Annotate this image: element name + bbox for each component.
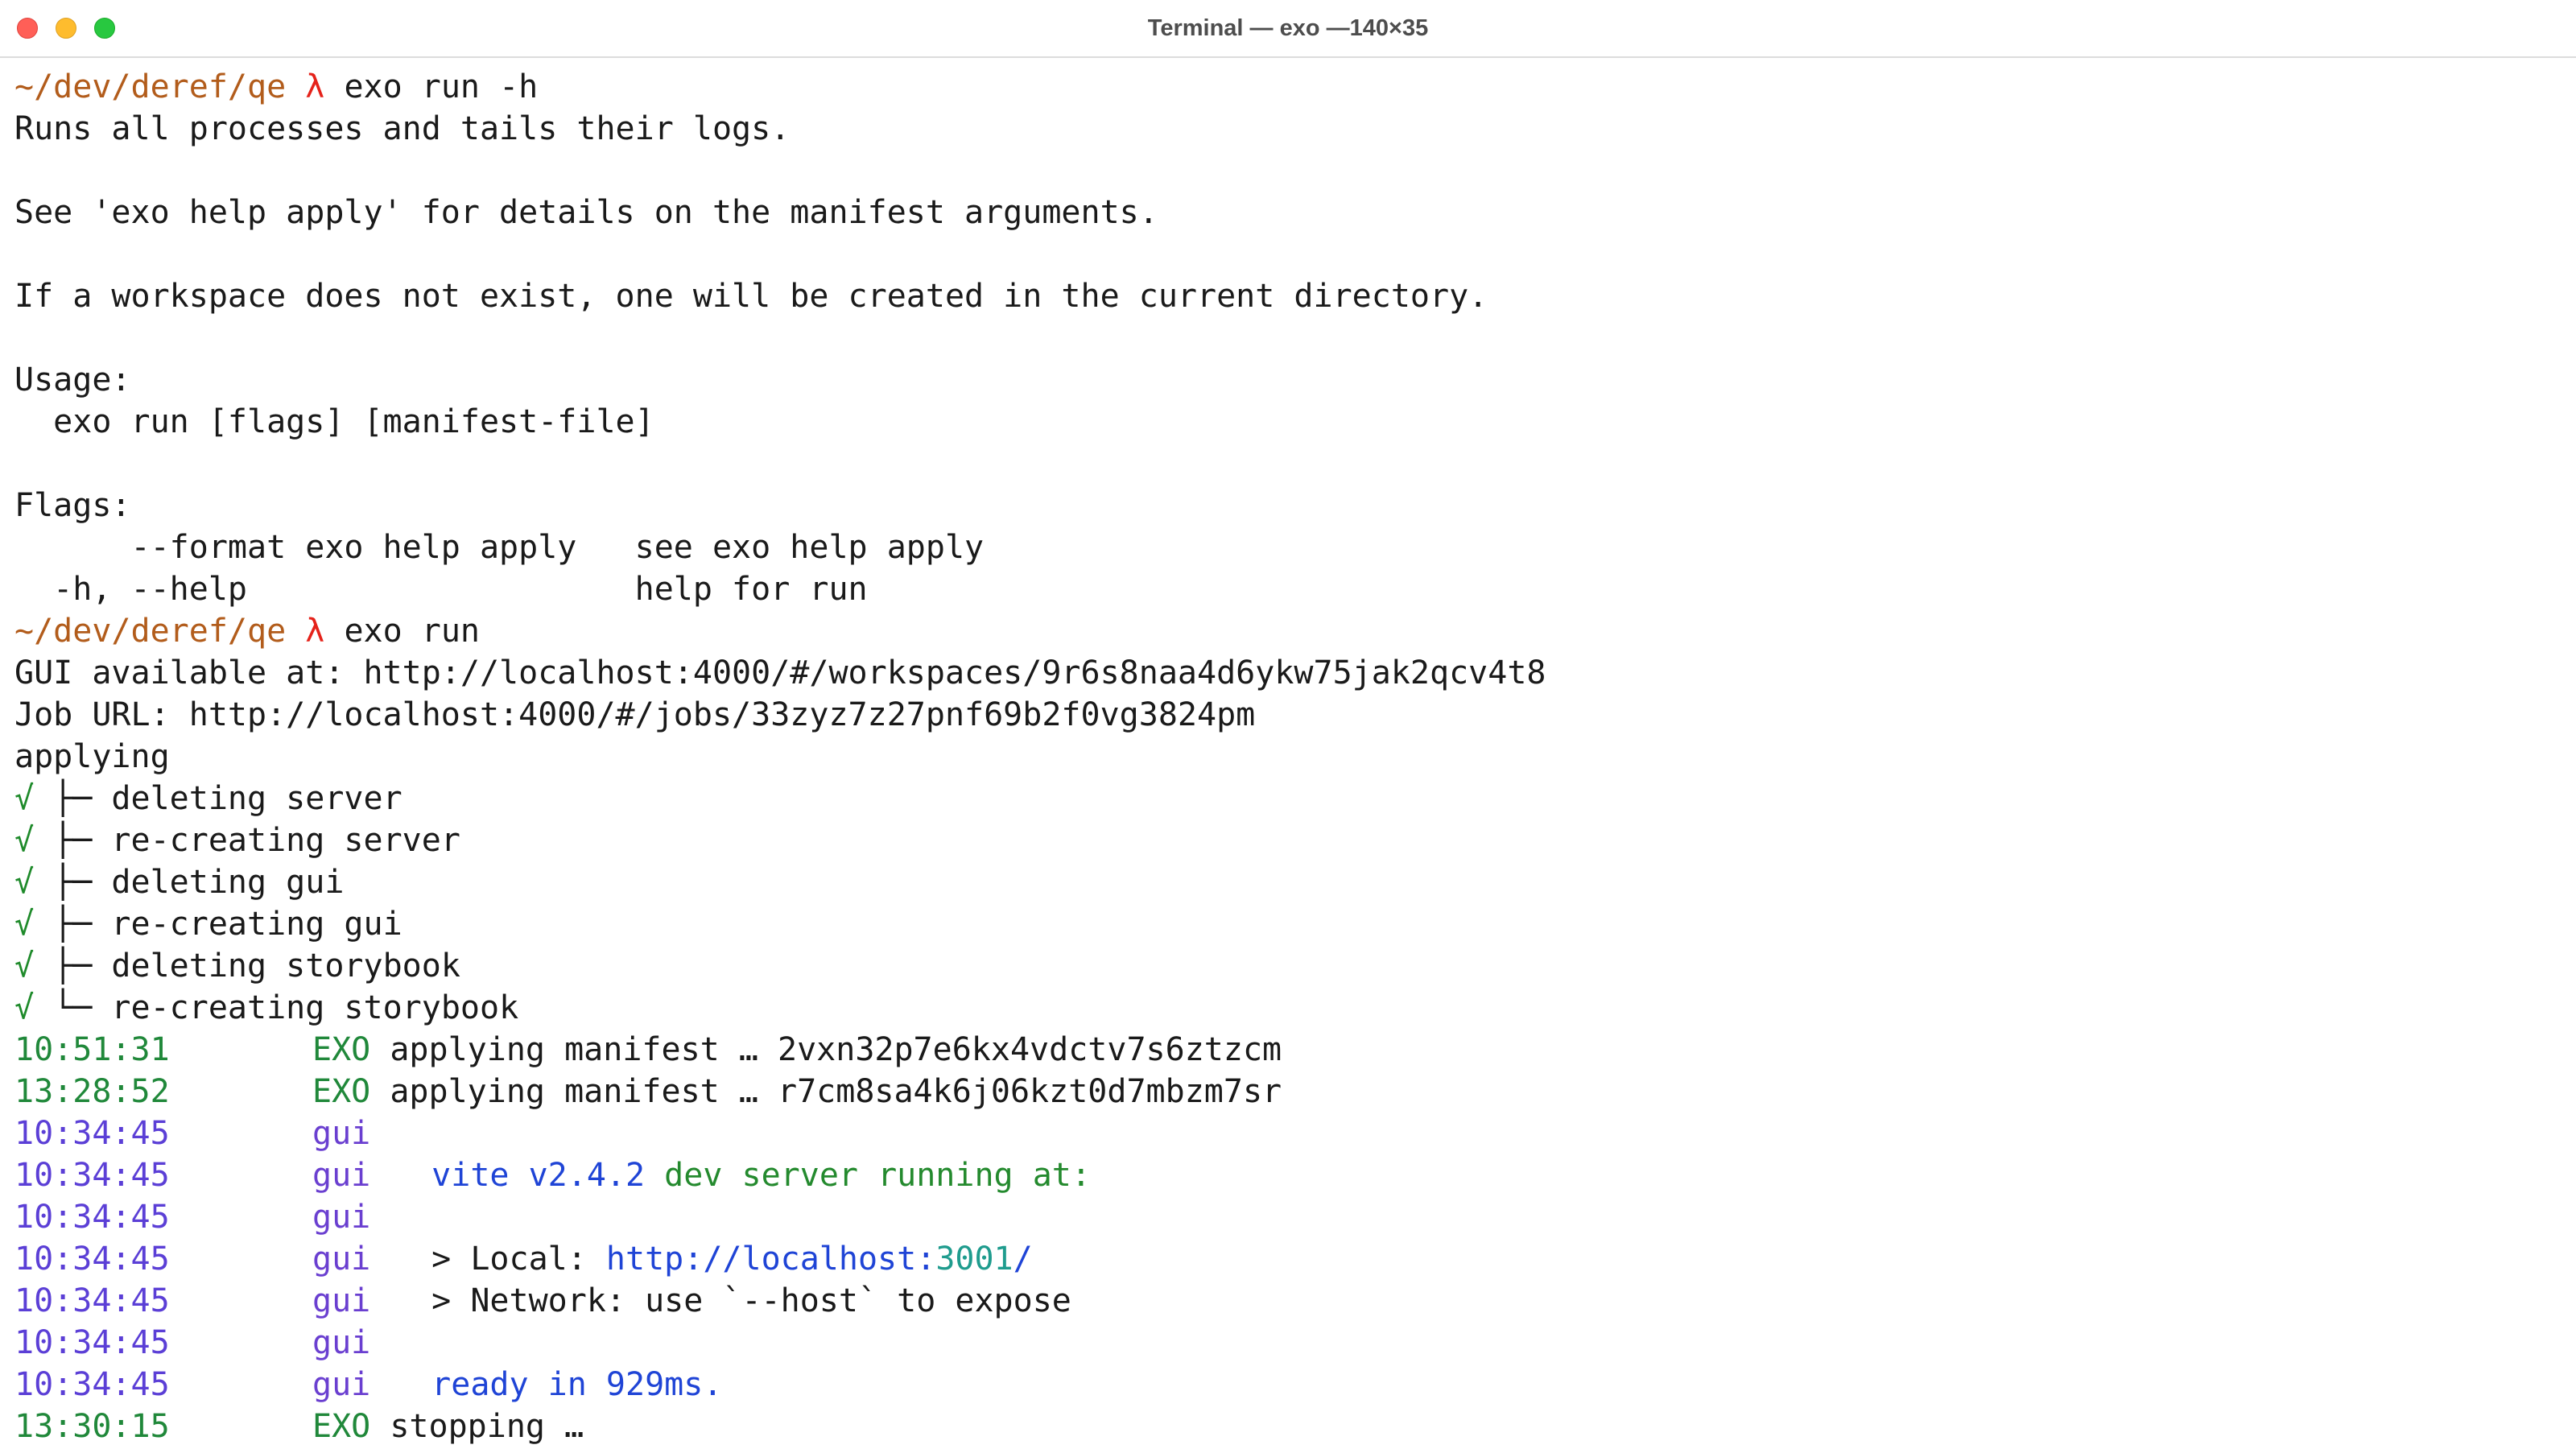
log-line: 10:34:45 gui xyxy=(14,1196,2566,1238)
command-text: exo run xyxy=(344,613,481,650)
step-text: ├─ re-creating server xyxy=(34,822,460,859)
prompt-line: ~/dev/deref/qe λ exo run -h xyxy=(14,66,2566,108)
applying-line: applying xyxy=(14,738,170,775)
terminal-output[interactable]: ~/dev/deref/qe λ exo run -h Runs all pro… xyxy=(14,66,2566,1445)
check-icon: √ xyxy=(14,780,35,817)
terminal-window: Terminal — exo —140×35 ~/dev/deref/qe λ … xyxy=(0,0,2576,1449)
prompt-path: ~/dev/deref/qe xyxy=(14,68,287,105)
check-icon: √ xyxy=(14,906,35,943)
step-text: ├─ deleting server xyxy=(34,780,402,817)
check-icon: √ xyxy=(14,822,35,859)
log-timestamp: 13:30:15 xyxy=(14,1408,170,1445)
log-line: 13:28:52 EXO applying manifest … r7cm8sa4… xyxy=(14,1071,2566,1113)
log-timestamp: 10:34:45 xyxy=(14,1241,170,1278)
local-url-port[interactable]: 3001 xyxy=(935,1241,1013,1278)
output-line: If a workspace does not exist, one will … xyxy=(14,278,1488,315)
log-line: 10:34:45 gui vite v2.4.2 dev server runni… xyxy=(14,1154,2566,1196)
log-line: 10:34:45 gui > Local: http://localhost:30… xyxy=(14,1238,2566,1280)
check-icon: √ xyxy=(14,864,35,901)
local-url-link[interactable]: http://localhost: xyxy=(606,1241,935,1278)
prompt-line: ~/dev/deref/qe λ exo run xyxy=(14,610,2566,652)
log-timestamp: 10:34:45 xyxy=(14,1157,170,1194)
log-source: EXO xyxy=(312,1073,371,1110)
log-source: EXO xyxy=(312,1408,371,1445)
log-source: gui xyxy=(312,1115,371,1152)
log-line: 10:34:45 gui xyxy=(14,1322,2566,1364)
prompt-symbol: λ xyxy=(305,613,325,650)
step-text: ├─ deleting storybook xyxy=(34,947,460,985)
log-line: 10:51:31 EXO applying manifest … 2vxn32p7… xyxy=(14,1029,2566,1071)
log-timestamp: 10:34:45 xyxy=(14,1199,170,1236)
log-source: gui xyxy=(312,1282,371,1319)
log-line: 13:30:15 EXO stopping … xyxy=(14,1406,2566,1447)
log-line: 10:34:45 gui xyxy=(14,1113,2566,1154)
usage-line: exo run [flags] [manifest-file] xyxy=(14,403,654,440)
step-line: √ ├─ deleting storybook xyxy=(14,945,2566,987)
output-line: See 'exo help apply' for details on the … xyxy=(14,194,1158,231)
log-source: gui xyxy=(312,1199,371,1236)
log-timestamp: 10:34:45 xyxy=(14,1324,170,1361)
step-line: √ ├─ deleting server xyxy=(14,778,2566,819)
flags-header: Flags: xyxy=(14,487,131,524)
prompt-symbol: λ xyxy=(305,68,325,105)
log-source: EXO xyxy=(312,1031,371,1068)
log-timestamp: 10:34:45 xyxy=(14,1366,170,1403)
log-source: gui xyxy=(312,1324,371,1361)
log-text: stopping … xyxy=(390,1408,584,1445)
step-line: √ └─ re-creating storybook xyxy=(14,987,2566,1029)
job-url-line: Job URL: http://localhost:4000/#/jobs/33… xyxy=(14,696,1256,733)
log-timestamp: 10:34:45 xyxy=(14,1282,170,1319)
usage-header: Usage: xyxy=(14,361,131,398)
check-icon: √ xyxy=(14,989,35,1026)
log-text: > Local: xyxy=(393,1241,606,1278)
log-text: dev server running at: xyxy=(645,1157,1091,1194)
log-source: gui xyxy=(312,1366,371,1403)
log-timestamp: 13:28:52 xyxy=(14,1073,170,1110)
title-bar: Terminal — exo —140×35 xyxy=(0,0,2576,58)
local-url-suffix[interactable]: / xyxy=(1013,1241,1033,1278)
flag-line: -h, --help help for run xyxy=(14,571,868,608)
log-line: 10:34:45 gui > Network: use `--host` to e… xyxy=(14,1280,2566,1322)
flag-line: --format exo help apply see exo help app… xyxy=(14,529,985,566)
step-text: └─ re-creating storybook xyxy=(34,989,519,1026)
log-timestamp: 10:51:31 xyxy=(14,1031,170,1068)
log-text: ready in 929ms. xyxy=(393,1366,723,1403)
log-text: vite v2.4.2 xyxy=(393,1157,646,1194)
log-line: 10:34:45 gui ready in 929ms. xyxy=(14,1364,2566,1406)
command-text: exo run -h xyxy=(344,68,539,105)
step-text: ├─ re-creating gui xyxy=(34,906,402,943)
step-text: ├─ deleting gui xyxy=(34,864,345,901)
step-line: √ ├─ deleting gui xyxy=(14,861,2566,903)
step-line: √ ├─ re-creating gui xyxy=(14,903,2566,945)
log-text: applying manifest … r7cm8sa4k6j06kzt0d7m… xyxy=(390,1073,1282,1110)
log-text: applying manifest … 2vxn32p7e6kx4vdctv7s… xyxy=(390,1031,1282,1068)
prompt-path: ~/dev/deref/qe xyxy=(14,613,287,650)
window-title: Terminal — exo —140×35 xyxy=(1147,15,1429,41)
log-timestamp: 10:34:45 xyxy=(14,1115,170,1152)
step-line: √ ├─ re-creating server xyxy=(14,819,2566,861)
log-source: gui xyxy=(312,1157,371,1194)
log-source: gui xyxy=(312,1241,371,1278)
check-icon: √ xyxy=(14,947,35,985)
gui-url-line: GUI available at: http://localhost:4000/… xyxy=(14,654,1546,691)
output-line: Runs all processes and tails their logs. xyxy=(14,110,791,147)
log-text: > Network: use `--host` to expose xyxy=(393,1282,1071,1319)
